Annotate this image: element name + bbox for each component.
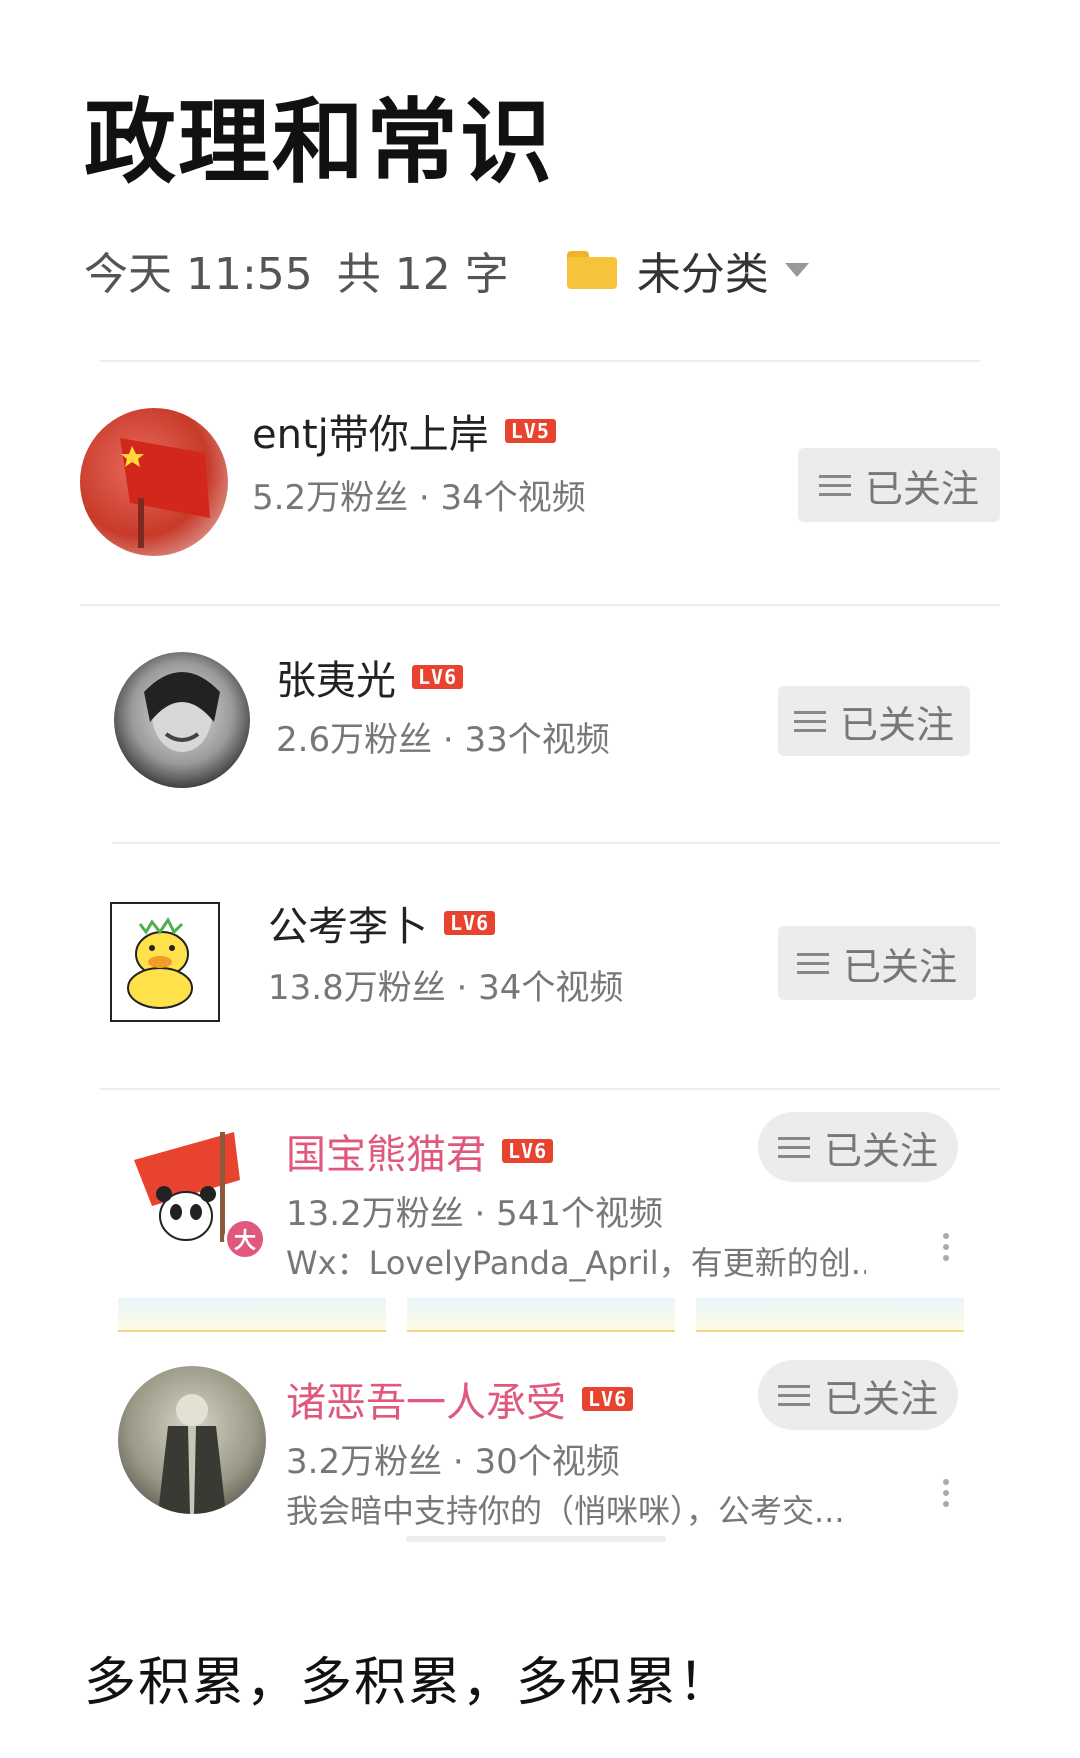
follow-label: 已关注 [823, 1376, 938, 1421]
level-badge: LV6 [412, 665, 464, 689]
menu-icon [796, 947, 829, 980]
level-badge: LV5 [504, 419, 556, 443]
followed-button[interactable]: 已关注 [758, 1360, 958, 1430]
account-stats: 2.6万粉丝 · 33个视频 [276, 720, 610, 760]
menu-icon [777, 1131, 810, 1164]
account-name[interactable]: entj带你上岸 [252, 402, 489, 460]
followed-button[interactable]: 已关注 [778, 686, 970, 756]
duck-avatar-image [127, 917, 193, 1009]
account-name[interactable]: 诸恶吾一人承受 [286, 1370, 566, 1428]
account-stats: 3.2万粉丝 · 30个视频 [286, 1442, 620, 1482]
note-meta: 今天 11:55 共 12 字 未分类 [84, 240, 809, 300]
verified-badge: 大 [224, 1218, 266, 1260]
more-options-icon[interactable] [942, 1474, 950, 1512]
portrait-avatar-image [144, 672, 220, 752]
note-title: 政理和常识 [84, 89, 555, 196]
follow-label: 已关注 [839, 702, 954, 747]
word-count: 共 12 字 [336, 249, 509, 300]
caret-down-icon[interactable] [784, 263, 809, 277]
account-card[interactable]: entj带你上岸 LV5 5.2万粉丝 · 34个视频 已关注 [80, 360, 1000, 580]
avatar[interactable] [80, 408, 228, 556]
follow-label: 已关注 [864, 466, 979, 511]
account-stats: 13.2万粉丝 · 541个视频 [286, 1194, 664, 1234]
banner-strip [118, 1298, 964, 1332]
category-selector[interactable]: 未分类 [637, 238, 769, 302]
menu-icon [793, 705, 826, 738]
more-options-icon[interactable] [942, 1228, 950, 1266]
avatar[interactable] [114, 652, 250, 788]
note-time: 今天 11:55 [84, 249, 313, 300]
divider [100, 360, 980, 362]
follow-label: 已关注 [823, 1128, 938, 1173]
level-badge: LV6 [582, 1387, 634, 1411]
note-footer: 多积累，多积累，多积累！ [84, 1653, 733, 1713]
level-badge: LV6 [502, 1139, 554, 1163]
level-badge: LV6 [444, 911, 496, 935]
divider [112, 842, 1000, 844]
account-description: Wx：LovelyPanda_April，有更新的创... [286, 1244, 866, 1282]
account-name[interactable]: 张夷光 [276, 648, 396, 706]
account-name[interactable]: 公考李卜 [268, 894, 428, 952]
followed-button[interactable]: 已关注 [778, 926, 976, 1000]
avatar[interactable] [110, 902, 220, 1022]
followed-button[interactable]: 已关注 [758, 1112, 958, 1182]
menu-icon [818, 469, 851, 502]
folder-icon[interactable] [566, 251, 617, 289]
account-card[interactable]: 张夷光 LV6 2.6万粉丝 · 33个视频 已关注 [80, 604, 1000, 824]
account-stats: 13.8万粉丝 · 34个视频 [268, 968, 624, 1008]
avatar[interactable] [118, 1366, 266, 1514]
account-name[interactable]: 国宝熊猫君 [286, 1122, 486, 1180]
sage-avatar-image [158, 1394, 226, 1514]
divider [100, 1088, 1000, 1090]
account-card[interactable]: 公考李卜 LV6 13.8万粉丝 · 34个视频 已关注 [80, 842, 1000, 1072]
followed-button[interactable]: 已关注 [798, 448, 1000, 522]
account-card[interactable]: 大 国宝熊猫君 LV6 13.2万粉丝 · 541个视频 Wx：LovelyPa… [80, 1088, 1000, 1318]
account-card[interactable]: 诸恶吾一人承受 LV6 3.2万粉丝 · 30个视频 我会暗中支持你的（悄咪咪）… [80, 1346, 1000, 1546]
flag-avatar-image [120, 438, 210, 548]
loading-bar [406, 1536, 666, 1542]
menu-icon [777, 1379, 810, 1412]
account-stats: 5.2万粉丝 · 34个视频 [252, 478, 586, 518]
divider [80, 604, 1000, 606]
account-description: 我会暗中支持你的（悄咪咪），公考交... [286, 1492, 845, 1530]
follow-label: 已关注 [842, 944, 957, 989]
